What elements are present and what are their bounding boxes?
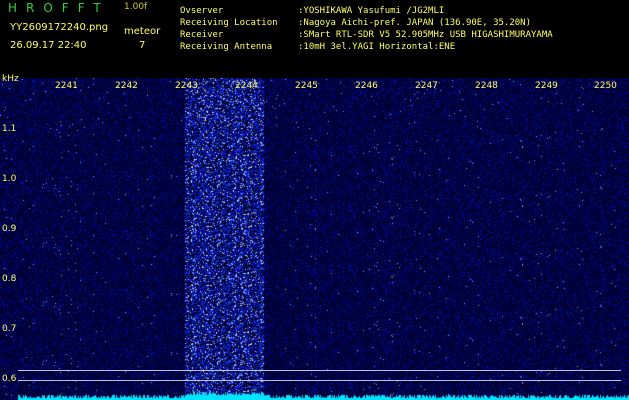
- info-value: :Nagoya Aichi-pref. JAPAN (136.90E, 35.2…: [298, 18, 531, 28]
- info-label: Receiving Location: [180, 18, 278, 28]
- version-label: 1.00f: [124, 2, 148, 12]
- time-tick-label: 2249: [535, 81, 558, 91]
- frequency-unit-label: kHz: [2, 74, 19, 84]
- frequency-tick-label: 0.8: [2, 274, 17, 284]
- app-logo: HROFFT: [8, 1, 110, 15]
- info-value: :10mH 3el.YAGI Horizontal:ENE: [298, 42, 456, 52]
- meteor-count: 7: [139, 40, 146, 51]
- time-tick-label: 2247: [415, 81, 438, 91]
- spectrogram-panel: [0, 78, 629, 400]
- time-tick-label: 2248: [475, 81, 498, 91]
- time-tick-label: 2243: [175, 81, 198, 91]
- time-tick-label: 2245: [295, 81, 318, 91]
- frequency-tick-label: 1.1: [2, 124, 17, 134]
- guide-line: [18, 370, 621, 371]
- time-tick-label: 2250: [594, 81, 617, 91]
- guide-line: [18, 380, 621, 381]
- frequency-tick-label: 0.9: [2, 224, 17, 234]
- timestamp: 26.09.17 22:40: [10, 40, 87, 51]
- info-label: Ovserver: [180, 6, 224, 16]
- time-tick-label: 2241: [55, 81, 78, 91]
- time-tick-label: 2242: [115, 81, 138, 91]
- meteor-label: meteor: [124, 26, 161, 37]
- info-value: :SMart RTL-SDR V5 52.905MHz USB HIGASHIM…: [298, 30, 553, 40]
- info-value: :YOSHIKAWA Yasufumi /JG2MLI: [298, 6, 445, 16]
- file-name: YY2609172240.png: [10, 22, 109, 33]
- spectrogram-image: [0, 78, 629, 400]
- frequency-tick-label: 1.0: [2, 174, 17, 184]
- time-tick-label: 2244: [235, 81, 258, 91]
- frequency-tick-label: 0.6: [2, 374, 17, 384]
- info-label: Receiver: [180, 30, 224, 40]
- info-row-antenna: Receiving Antenna :10mH 3el.YAGI Horizon…: [180, 43, 620, 55]
- time-tick-label: 2246: [355, 81, 378, 91]
- frequency-tick-label: 0.7: [2, 324, 17, 334]
- info-label: Receiving Antenna: [180, 42, 273, 52]
